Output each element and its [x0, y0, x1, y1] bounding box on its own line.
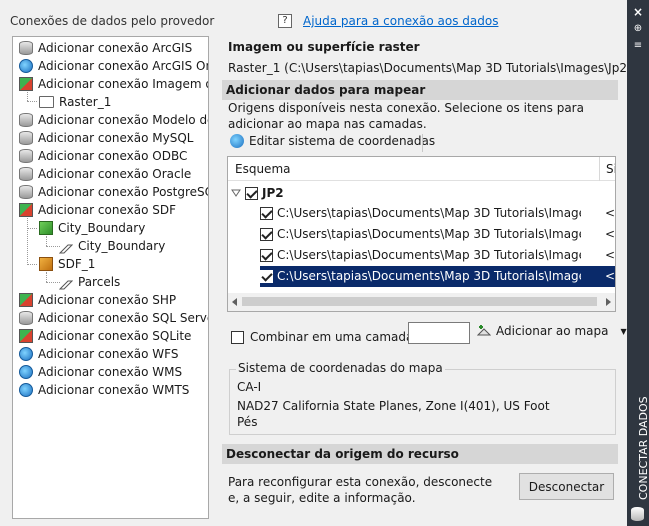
database-icon	[631, 507, 644, 521]
crs-code: CA-I	[237, 380, 262, 394]
help-link[interactable]: Ajuda para a conexão aos dados	[303, 14, 498, 28]
globe-icon	[19, 383, 33, 397]
sources-description: Origens disponíveis nesta conexão. Selec…	[228, 101, 584, 131]
crs-legend: Sistema de coordenadas do mapa	[236, 361, 445, 375]
combine-checkbox[interactable]	[231, 330, 244, 344]
dropdown-arrow-icon[interactable]: ▼	[620, 327, 626, 336]
tree-item-postgresql[interactable]: Adicionar conexão PostgreSQL	[19, 183, 208, 201]
tree-item-parcels[interactable]: Parcels	[58, 273, 120, 291]
feature-class-icon	[39, 257, 53, 271]
table-row[interactable]: C:\Users\tapias\Documents\Map 3D Tutoria…	[260, 203, 615, 224]
database-icon	[19, 41, 33, 55]
column-schema[interactable]: Esquema	[235, 162, 290, 176]
help-icon[interactable]: ?	[278, 14, 292, 28]
tree-item-sdf[interactable]: Adicionar conexão SDF	[19, 201, 176, 219]
raster-icon	[19, 77, 33, 91]
scroll-right-icon[interactable]	[606, 298, 611, 306]
disconnect-header: Desconectar da origem do recurso	[222, 444, 618, 464]
globe-icon	[19, 347, 33, 361]
table-row[interactable]: C:\Users\tapias\Documents\Map 3D Tutoria…	[260, 224, 615, 245]
tree-item-wfs[interactable]: Adicionar conexão WFS	[19, 345, 178, 363]
tree-item-raster[interactable]: Adicionar conexão Imagem ou superfície r…	[19, 75, 208, 93]
toolbar-separator	[422, 134, 423, 152]
disconnect-description: Para reconfigurar esta conexão, desconec…	[228, 475, 493, 505]
database-icon	[19, 113, 33, 127]
database-icon	[19, 131, 33, 145]
table-row[interactable]: C:\Users\tapias\Documents\Map 3D Tutoria…	[260, 245, 615, 266]
tree-connector	[27, 101, 37, 102]
tree-item-odbc[interactable]: Adicionar conexão ODBC	[19, 147, 187, 165]
group-checkbox[interactable]	[245, 187, 258, 200]
grid-header: Esquema Si	[228, 157, 615, 181]
tree-item-wms[interactable]: Adicionar conexão WMS	[19, 363, 182, 381]
raster-title: Imagem ou superfície raster	[228, 40, 420, 54]
combine-layer-input[interactable]	[408, 322, 470, 344]
database-icon	[19, 311, 33, 325]
raster-path: Raster_1 (C:\Users\tapias\Documents\Map …	[228, 61, 640, 75]
edit-crs-button[interactable]: Editar sistema de coordenadas	[230, 134, 435, 148]
tree-item-sdf-1[interactable]: SDF_1	[39, 255, 95, 273]
database-icon	[19, 167, 33, 181]
tree-connector	[27, 228, 37, 229]
collapse-triangle-icon[interactable]	[231, 183, 241, 204]
horizontal-scrollbar[interactable]	[228, 293, 615, 311]
sdf-icon	[19, 203, 33, 217]
menu-icon[interactable]: ≡	[632, 40, 644, 51]
table-row-selected[interactable]: C:\Users\tapias\Documents\Map 3D Tutoria…	[260, 266, 615, 287]
tree-item-oracle[interactable]: Adicionar conexão Oracle	[19, 165, 191, 183]
providers-title: Conexões de dados pelo provedor	[10, 14, 215, 28]
tree-item-sqlite[interactable]: Adicionar conexão SQLite	[19, 327, 191, 345]
close-icon[interactable]: ×	[632, 5, 644, 19]
palette-title: CONECTAR DADOS	[637, 396, 649, 500]
globe-icon	[19, 365, 33, 379]
crs-description: NAD27 California State Planes, Zone I(40…	[237, 399, 550, 413]
polygon-icon	[58, 241, 74, 254]
tree-item-sql-server[interactable]: Adicionar conexão SQL Server Spatial	[19, 309, 208, 327]
polygon-icon	[58, 277, 74, 290]
tree-item-wmts[interactable]: Adicionar conexão WMTS	[19, 381, 189, 399]
row-checkbox[interactable]	[260, 207, 273, 220]
shp-icon	[19, 293, 33, 307]
disconnect-button[interactable]: Desconectar	[519, 473, 614, 500]
tree-connector	[46, 246, 60, 247]
database-icon	[19, 185, 33, 199]
feature-class-icon	[39, 221, 53, 235]
row-checkbox[interactable]	[260, 249, 273, 262]
tree-item-modelo[interactable]: Adicionar conexão Modelo de informação	[19, 111, 208, 129]
folder-icon	[39, 96, 54, 108]
scrollbar-thumb[interactable]	[242, 297, 597, 306]
tree-connector	[46, 282, 60, 283]
column-separator[interactable]	[599, 157, 600, 181]
add-layer-icon	[476, 324, 492, 339]
pin-icon[interactable]: ⊕	[632, 23, 644, 34]
group-row-jp2[interactable]: JP2	[231, 183, 284, 204]
provider-tree[interactable]: Adicionar conexão ArcGIS Adicionar conex…	[12, 36, 209, 519]
tree-item-mysql[interactable]: Adicionar conexão MySQL	[19, 129, 193, 147]
sqlite-icon	[19, 329, 33, 343]
row-checkbox[interactable]	[260, 228, 273, 241]
crs-units: Pés	[237, 415, 258, 429]
tree-connector	[46, 272, 47, 282]
tree-item-shp[interactable]: Adicionar conexão SHP	[19, 291, 176, 309]
tree-item-city-boundary-source[interactable]: City_Boundary	[39, 219, 145, 237]
scroll-left-icon[interactable]	[232, 298, 237, 306]
row-checkbox[interactable]	[260, 270, 273, 283]
tree-connector	[27, 264, 37, 265]
database-icon	[19, 149, 33, 163]
globe-icon	[19, 59, 33, 73]
globe-icon	[230, 134, 244, 148]
tree-connector	[46, 236, 47, 246]
sources-grid[interactable]: Esquema Si JP2 C:\Users\tapias\Documents…	[227, 156, 616, 312]
tree-item-arcgis-online[interactable]: Adicionar conexão ArcGIS Online	[19, 57, 208, 75]
tree-item-arcgis[interactable]: Adicionar conexão ArcGIS	[19, 39, 192, 57]
combine-layer-option[interactable]: Combinar em uma camada:	[231, 330, 417, 344]
tree-item-city-boundary[interactable]: City_Boundary	[58, 237, 165, 255]
add-to-map-button[interactable]: Adicionar ao mapa ▼	[471, 320, 627, 342]
tree-item-raster-1[interactable]: Raster_1	[39, 93, 111, 111]
column-si[interactable]: Si	[606, 162, 615, 176]
add-data-header: Adicionar dados para mapear	[222, 80, 618, 100]
